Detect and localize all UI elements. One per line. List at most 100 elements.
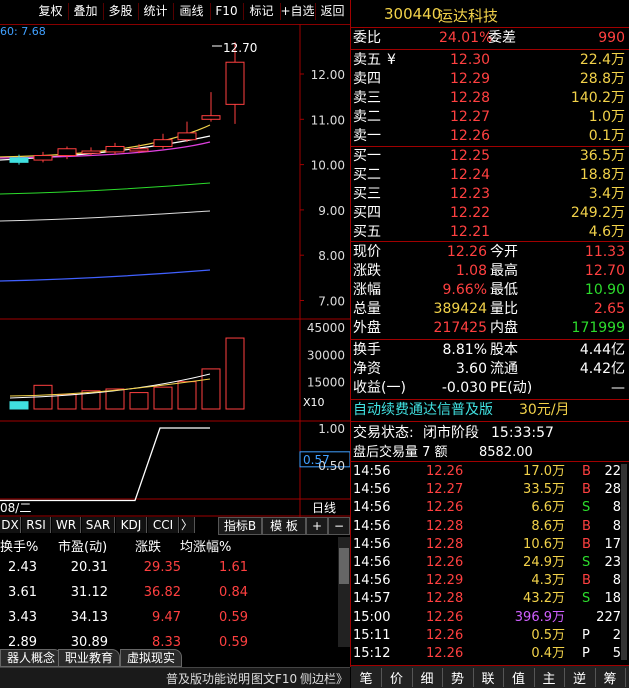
quote-value: 12.26 [446,244,487,260]
detail-tab-6[interactable]: 主 [534,668,565,687]
sector-tab-0[interactable]: 器人概念 [0,649,63,667]
table-cell: 2.43 [8,560,37,575]
indicator-tab-4[interactable]: KDJ [116,517,147,533]
table-cell: 9.47 [152,610,181,625]
book-price: 12.23 [450,186,491,202]
indicator-tab-1[interactable]: RSI [22,517,51,533]
tick-count: 8 [612,500,621,516]
chart-toolbar: 复权 叠加 多股 统计 画线 F10 标记 +自选 返回 [0,0,351,25]
stats-label: 流通 [490,361,518,377]
table-cell: 0.84 [219,585,248,600]
trade-status-time: 15:33:57 [491,425,554,441]
promo-row[interactable]: 自动续费通达信普及版 30元/月 [353,400,627,421]
tick-price: 12.26 [426,555,464,570]
tick-direction: B [582,464,591,479]
sidebar-link[interactable]: 侧边栏》 [300,670,348,687]
quote-value: 2.65 [593,301,625,317]
tick-volume: 17.0万 [523,464,565,479]
book-volume: 28.8万 [579,71,625,87]
tick-time: 15:00 [353,609,391,625]
indicator-tab-6[interactable]: 〉 [180,517,195,533]
tick-time: 14:57 [353,591,391,607]
tick-volume: 6.6万 [531,500,565,516]
tick-volume: 8.6万 [531,518,565,534]
asks-row[interactable]: 卖四 12.29 28.8万 [353,69,627,90]
book-label: 买四 [353,205,381,221]
detail-tab-1[interactable]: 价 [382,668,413,687]
indicator-button-0[interactable]: 指标B [218,517,262,535]
high-price-label: 12.70 [223,41,258,55]
tick-price: 12.29 [426,573,464,589]
detail-tab-3[interactable]: 势 [443,668,474,687]
volume-bar [153,386,173,410]
table-row[interactable]: 3.61 31.12 36.82 0.84 [0,581,350,604]
tick-volume: 43.2万 [523,591,565,607]
toolbar-button-5[interactable]: F10 [210,3,244,20]
detail-tab-2[interactable]: 细 [412,668,443,687]
book-price: 12.27 [450,109,491,125]
toolbar-button-0[interactable]: 复权 [33,3,69,20]
quote-label: 外盘 [353,320,381,336]
book-label: 买二 [353,167,381,183]
toolbar-button-1[interactable]: 叠加 [68,3,104,20]
tick-count: 18 [604,591,621,607]
indicator-button-1[interactable]: 模 板 [262,517,306,535]
toolbar-button-6[interactable]: 标记 [243,3,281,20]
promo-price[interactable]: 30元/月 [519,400,570,421]
bids-row[interactable]: 买五 12.21 4.6万 [353,222,627,243]
bids-row[interactable]: 买二 12.24 18.8万 [353,165,627,186]
table-cell: 3.43 [8,610,37,625]
sector-tab-2[interactable]: 虚拟现实 [120,649,183,667]
period-label[interactable]: 日线 [312,499,336,516]
book-label: 卖五 [353,52,381,68]
tick-direction: S [582,555,591,570]
candle-body [81,150,101,154]
indicator-tab-2[interactable]: WR [52,517,81,533]
f10-link[interactable]: 图文F10 [251,670,297,687]
stats-row: 收益(一) -0.030 PE(动) — [353,378,627,399]
candle-body [33,155,53,161]
asks-row[interactable]: 卖二 12.27 1.0万 [353,107,627,128]
asks-row[interactable]: 卖五 ¥12.30 22.4万 [353,50,627,71]
stats-label: 换手 [353,342,381,358]
bids-row[interactable]: 买三 12.23 3.4万 [353,184,627,205]
toolbar-button-8[interactable]: 返回 [315,3,351,20]
bids-row[interactable]: 买四 12.22 249.2万 [353,203,627,224]
table-cell: 36.82 [143,585,181,600]
ma30-line [0,182,211,195]
table-cell: 29.35 [143,560,181,575]
table-scrollbar-thumb[interactable] [339,548,349,584]
toolbar-button-2[interactable]: 多股 [103,3,139,20]
toolbar-button-7[interactable]: +自选 [280,3,316,20]
tick-time: 14:56 [353,573,391,589]
tick-scrollbar[interactable] [621,464,627,660]
table-row[interactable]: 3.43 34.13 9.47 0.59 [0,606,350,629]
tick-row: 14:57 12.28 43.2万 S 18 [353,590,627,608]
indicator-tab-0[interactable]: DX [0,517,21,533]
indicator-tab-3[interactable]: SAR [82,517,115,533]
indicator-tab-5[interactable]: CCI [148,517,179,533]
promo-text[interactable]: 自动续费通达信普及版 [353,400,493,421]
detail-tab-8[interactable]: 筹 [595,668,626,687]
help-link[interactable]: 普及版功能说明 [166,670,250,687]
tick-time: 14:56 [353,536,391,552]
divider [351,421,629,422]
toolbar-button-3[interactable]: 统计 [138,3,174,20]
detail-tab-0[interactable]: 笔 [351,668,382,687]
date-label: 08/二 [0,501,32,515]
quote-label: 总量 [353,301,381,317]
book-price: 12.30 [450,52,491,68]
sector-tab-1[interactable]: 职业教育 [58,649,121,667]
indicator-button-3[interactable]: − [328,517,350,535]
table-row[interactable]: 2.43 20.31 29.35 1.61 [0,556,350,579]
detail-tab-5[interactable]: 值 [504,668,535,687]
asks-row[interactable]: 卖一 12.26 0.1万 [353,126,627,147]
indicator-button-2[interactable]: + [306,517,328,535]
asks-row[interactable]: 卖三 12.28 140.2万 [353,88,627,109]
toolbar-button-4[interactable]: 画线 [173,3,211,20]
bids-row[interactable]: 买一 12.25 36.5万 [353,146,627,167]
book-label: 卖三 [353,90,381,106]
tick-direction: P [582,627,590,643]
detail-tab-7[interactable]: 逆 [565,668,596,687]
detail-tab-4[interactable]: 联 [473,668,504,687]
